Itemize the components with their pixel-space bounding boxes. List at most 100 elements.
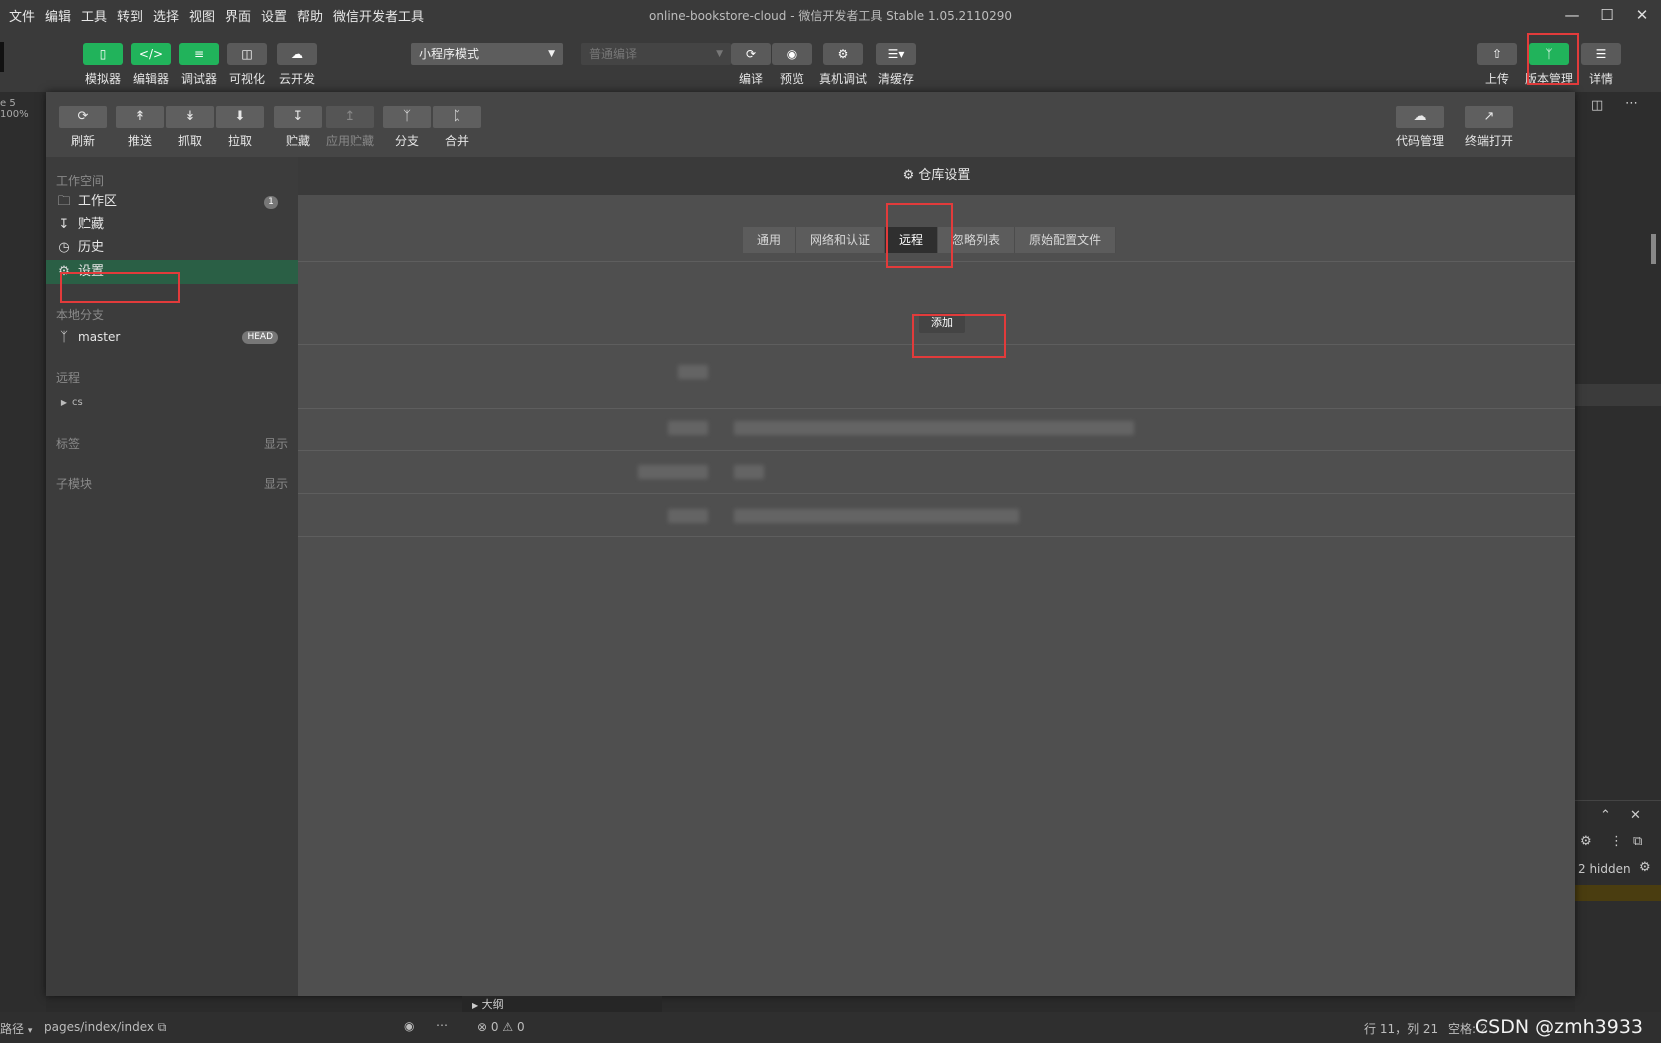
compile-select-value: 普通编译 xyxy=(589,47,638,61)
merge-button[interactable]: ᛈ xyxy=(433,106,481,128)
cloud-sync-icon: ☁ xyxy=(1413,109,1427,124)
avatar[interactable] xyxy=(0,42,4,72)
compile-select[interactable]: 普通编译 ▼ xyxy=(581,43,731,65)
tab-general[interactable]: 通用 xyxy=(743,227,797,253)
preview-button[interactable]: ◉ xyxy=(772,43,812,65)
gear-icon[interactable]: ⚙ xyxy=(1580,834,1592,849)
repo-settings-content: ⚙ 仓库设置 通用 网络和认证 远程 忽略列表 原始配置文件 添加 xyxy=(298,157,1575,996)
menu-file[interactable]: 文件 xyxy=(9,6,35,25)
eye-icon[interactable]: ◉ xyxy=(404,1019,414,1033)
menu-goto[interactable]: 转到 xyxy=(117,6,143,25)
path-label[interactable]: 路径 ▾ xyxy=(0,1020,32,1037)
maximize-icon[interactable]: ☐ xyxy=(1595,4,1619,26)
submodule-show-link[interactable]: 显示 xyxy=(264,475,288,492)
workspace-count-badge: 1 xyxy=(264,196,278,209)
fetch-button[interactable]: ↡ xyxy=(166,106,214,128)
error-count: 0 xyxy=(490,1020,499,1034)
version-control-button[interactable]: ᛉ xyxy=(1529,43,1569,65)
chevron-down-icon: ▼ xyxy=(716,49,723,59)
branch-item-master[interactable]: ᛉ master HEAD xyxy=(56,325,288,349)
page-path[interactable]: pages/index/index ⧉ xyxy=(44,1020,166,1035)
menu-select[interactable]: 选择 xyxy=(153,6,179,25)
more-icon[interactable]: ⋯ xyxy=(436,1018,448,1032)
menu-view[interactable]: 视图 xyxy=(189,6,215,25)
upload-button[interactable]: ⇧ xyxy=(1477,43,1517,65)
copy-icon[interactable]: ⧉ xyxy=(158,1020,167,1034)
undock-icon[interactable]: ⧉ xyxy=(1633,834,1642,849)
phone-icon: ▯ xyxy=(99,47,107,61)
menu-interface[interactable]: 界面 xyxy=(225,6,251,25)
upload-label: 上传 xyxy=(1484,72,1509,86)
more-icon[interactable]: ⋯ xyxy=(1625,96,1638,111)
close-panel-icon[interactable]: ✕ xyxy=(1630,808,1641,823)
stash-button[interactable]: ↧ xyxy=(274,106,322,128)
apply-stash-button[interactable]: ↥ xyxy=(326,106,374,128)
sidebar-item-settings[interactable]: ⚙ 设置 xyxy=(46,260,298,284)
code-management-label: 代码管理 xyxy=(1395,134,1444,148)
sidebar-item-label: 设置 xyxy=(78,264,105,279)
folder-icon: 🗀 xyxy=(57,194,71,209)
gear-icon: ⚙ xyxy=(902,168,915,183)
panel-divider xyxy=(1575,800,1661,801)
redacted-text xyxy=(668,509,708,523)
editor-button[interactable]: </> xyxy=(131,43,171,65)
close-icon[interactable]: ✕ xyxy=(1630,4,1654,26)
remote-debug-button[interactable]: ⚙ xyxy=(823,43,863,65)
bug-icon: ⚙ xyxy=(837,47,849,61)
highlight-line xyxy=(1575,384,1661,406)
vcs-sidebar: 工作空间 🗀 工作区 1 ↧ 贮藏 ◷ 历史 ⚙ 设置 本地分支 ᛉ master HEA… xyxy=(46,157,298,996)
chevron-up-icon[interactable]: ⌃ xyxy=(1600,808,1611,823)
tab-raw-config[interactable]: 原始配置文件 xyxy=(1015,227,1117,253)
branch-icon: ᛉ xyxy=(1545,47,1553,61)
sidebar-item-stash[interactable]: ↧ 贮藏 xyxy=(56,213,288,237)
tags-show-link[interactable]: 显示 xyxy=(264,435,288,452)
split-editor-icon[interactable]: ◫ xyxy=(1591,98,1603,113)
pull-button[interactable]: ⬇ xyxy=(216,106,264,128)
menu-bar: 文件 编辑 工具 转到 选择 视图 界面 设置 帮助 微信开发者工具 onlin… xyxy=(0,0,1661,30)
push-button[interactable]: ↟ xyxy=(116,106,164,128)
menu-wechat-devtools[interactable]: 微信开发者工具 xyxy=(333,6,424,25)
cursor-position[interactable]: 行 11，列 21 xyxy=(1364,1020,1438,1037)
branch-button[interactable]: ᛉ xyxy=(383,106,431,128)
status-bar: 路径 ▾ pages/index/index ⧉ ◉ ⋯ ⊗ 0 ⚠ 0 行 1… xyxy=(0,1012,1661,1043)
debugger-button[interactable]: ≡ xyxy=(179,43,219,65)
redacted-text xyxy=(668,421,708,435)
kebab-icon[interactable]: ⋮ xyxy=(1610,834,1623,849)
menu-settings[interactable]: 设置 xyxy=(261,6,287,25)
menu-help[interactable]: 帮助 xyxy=(297,6,323,25)
zoom-readout: e 5 100% xyxy=(0,98,29,120)
divider xyxy=(298,344,1575,345)
tab-network-auth[interactable]: 网络和认证 xyxy=(796,227,886,253)
menu-tools[interactable]: 工具 xyxy=(81,6,107,25)
open-terminal-button[interactable]: ↗ xyxy=(1465,106,1513,128)
add-remote-button[interactable]: 添加 xyxy=(919,313,965,333)
tab-remote[interactable]: 远程 xyxy=(885,227,939,253)
sidebar-item-history[interactable]: ◷ 历史 xyxy=(56,236,288,260)
sidebar-item-label: 贮藏 xyxy=(78,217,105,232)
redacted-text xyxy=(734,465,764,479)
cloud-dev-button[interactable]: ☁ xyxy=(277,43,317,65)
mode-select[interactable]: 小程序模式 ▼ xyxy=(411,43,563,65)
code-management-button[interactable]: ☁ xyxy=(1396,106,1444,128)
caret-right-icon: ▶ xyxy=(472,1001,479,1010)
error-icon: ⊗ xyxy=(477,1020,488,1034)
problems-indicator[interactable]: ⊗ 0 ⚠ 0 xyxy=(477,1020,525,1034)
tab-ignore-list[interactable]: 忽略列表 xyxy=(938,227,1016,253)
scrollbar-thumb[interactable] xyxy=(1651,234,1656,264)
upload-icon: ⇧ xyxy=(1491,47,1503,61)
minimize-icon[interactable]: — xyxy=(1560,4,1584,26)
clear-cache-button[interactable]: ☰▾ xyxy=(876,43,916,65)
gear-icon[interactable]: ⚙ xyxy=(1639,860,1651,875)
menu-edit[interactable]: 编辑 xyxy=(45,6,71,25)
layers-icon: ☰▾ xyxy=(887,47,905,61)
sidebar-item-workspace[interactable]: 🗀 工作区 1 xyxy=(56,190,288,214)
simulator-button[interactable]: ▯ xyxy=(83,43,123,65)
remote-item-cs[interactable]: ▶ cs xyxy=(56,391,288,415)
refresh-button[interactable]: ⟳ xyxy=(59,106,107,128)
visual-button[interactable]: ◫ xyxy=(227,43,267,65)
divider xyxy=(298,536,1575,537)
gear-icon: ⚙ xyxy=(58,264,70,279)
details-button[interactable]: ☰ xyxy=(1581,43,1621,65)
remote-header: 远程 xyxy=(56,371,81,385)
compile-button[interactable]: ⟳ xyxy=(731,43,771,65)
